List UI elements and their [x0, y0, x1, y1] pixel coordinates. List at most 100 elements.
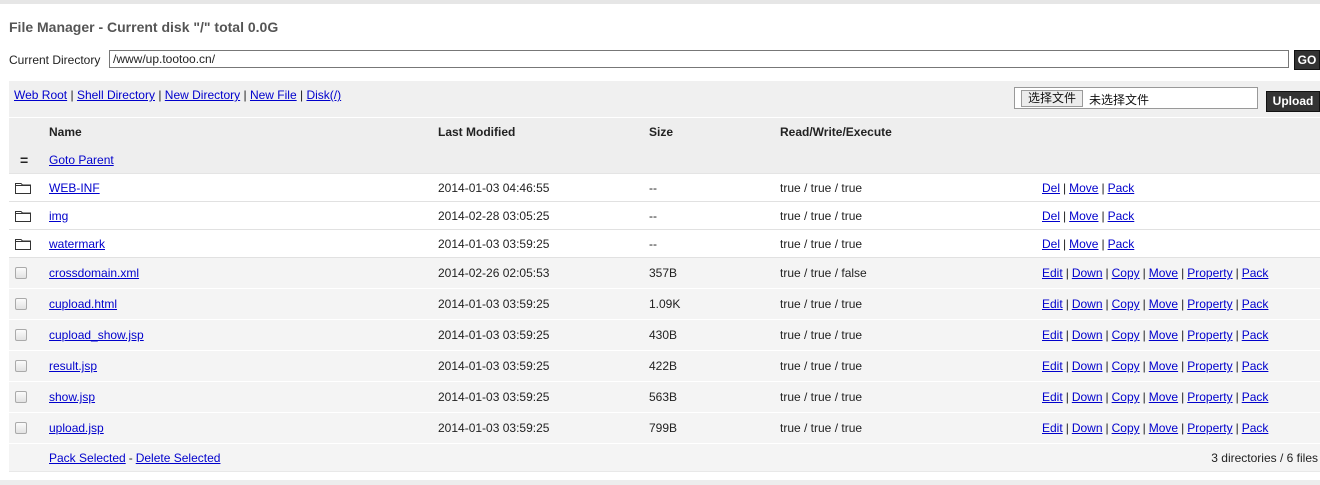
checkbox-icon[interactable]: [15, 391, 27, 403]
disk-link[interactable]: Disk(/): [306, 88, 341, 102]
down-link[interactable]: Down: [1072, 297, 1103, 311]
file-link-show-jsp[interactable]: show.jsp: [49, 390, 95, 404]
folder-icon-svg: [15, 238, 31, 250]
property-link[interactable]: Property: [1187, 359, 1232, 373]
move-link[interactable]: Move: [1149, 297, 1178, 311]
property-link[interactable]: Property: [1187, 297, 1232, 311]
copy-link[interactable]: Copy: [1112, 297, 1140, 311]
move-link[interactable]: Move: [1149, 421, 1178, 435]
column-header-name[interactable]: Name: [49, 118, 82, 146]
file-link-cupload-html[interactable]: cupload.html: [49, 297, 117, 311]
permissions-cell: true / true / true: [780, 359, 863, 373]
choose-file-button[interactable]: 选择文件: [1021, 90, 1083, 107]
file-select-checkbox[interactable]: [15, 413, 35, 443]
name-cell: img: [49, 202, 68, 229]
size-cell: 422B: [649, 359, 678, 373]
goto-parent-link[interactable]: Goto Parent: [49, 153, 114, 167]
move-link[interactable]: Move: [1149, 390, 1178, 404]
file-select-checkbox[interactable]: [15, 320, 35, 350]
directory-link-watermark[interactable]: watermark: [49, 237, 105, 251]
delete-selected-link[interactable]: Delete Selected: [136, 451, 221, 465]
file-select-checkbox[interactable]: [15, 289, 35, 319]
del-link[interactable]: Del: [1042, 181, 1060, 195]
copy-link[interactable]: Copy: [1112, 328, 1140, 342]
checkbox-icon[interactable]: [15, 267, 27, 279]
checkbox-icon[interactable]: [15, 329, 27, 341]
edit-link[interactable]: Edit: [1042, 421, 1063, 435]
down-link[interactable]: Down: [1072, 266, 1103, 280]
checkbox-icon[interactable]: [15, 422, 27, 434]
file-select-checkbox[interactable]: [15, 258, 35, 288]
go-button[interactable]: GO: [1294, 50, 1320, 70]
property-link[interactable]: Property: [1187, 390, 1232, 404]
move-link[interactable]: Move: [1149, 359, 1178, 373]
pack-link[interactable]: Pack: [1242, 297, 1269, 311]
move-link[interactable]: Move: [1069, 209, 1098, 223]
copy-link[interactable]: Copy: [1112, 359, 1140, 373]
edit-link[interactable]: Edit: [1042, 297, 1063, 311]
pack-link[interactable]: Pack: [1108, 209, 1135, 223]
down-link[interactable]: Down: [1072, 390, 1103, 404]
column-header-size[interactable]: Size: [649, 118, 673, 146]
property-link[interactable]: Property: [1187, 266, 1232, 280]
edit-link[interactable]: Edit: [1042, 266, 1063, 280]
move-link[interactable]: Move: [1069, 237, 1098, 251]
directory-row: watermark 2014-01-03 03:59:25 -- true / tru…: [9, 230, 1320, 258]
checkbox-icon[interactable]: [15, 360, 27, 372]
permissions-cell: true / true / true: [780, 328, 863, 342]
edit-link[interactable]: Edit: [1042, 390, 1063, 404]
property-link[interactable]: Property: [1187, 421, 1232, 435]
modified-cell: 2014-02-26 02:05:53: [438, 266, 550, 280]
property-link[interactable]: Property: [1187, 328, 1232, 342]
file-link-result-jsp[interactable]: result.jsp: [49, 359, 97, 373]
file-upload-field[interactable]: 选择文件 未选择文件: [1014, 87, 1258, 109]
pack-link[interactable]: Pack: [1242, 359, 1269, 373]
file-link-upload-jsp[interactable]: upload.jsp: [49, 421, 104, 435]
copy-link[interactable]: Copy: [1112, 266, 1140, 280]
del-link[interactable]: Del: [1042, 209, 1060, 223]
size-cell: --: [649, 236, 657, 251]
down-link[interactable]: Down: [1072, 359, 1103, 373]
column-header-modified[interactable]: Last Modified: [438, 118, 515, 146]
pack-link[interactable]: Pack: [1242, 421, 1269, 435]
pack-link[interactable]: Pack: [1108, 181, 1135, 195]
down-link[interactable]: Down: [1072, 328, 1103, 342]
edit-link[interactable]: Edit: [1042, 328, 1063, 342]
file-select-checkbox[interactable]: [15, 382, 35, 412]
pack-link[interactable]: Pack: [1242, 390, 1269, 404]
new-file-link[interactable]: New File: [250, 88, 297, 102]
row-actions: Edit | Down | Copy | Move | Property | Pack: [1042, 320, 1268, 350]
column-header-rwx[interactable]: Read/Write/Execute: [780, 118, 892, 146]
file-select-checkbox[interactable]: [15, 351, 35, 381]
file-link-cupload-show-jsp[interactable]: cupload_show.jsp: [49, 328, 144, 342]
name-cell: watermark: [49, 230, 105, 257]
file-link-crossdomain-xml[interactable]: crossdomain.xml: [49, 266, 139, 280]
move-link[interactable]: Move: [1149, 328, 1178, 342]
bulk-action-separator: -: [128, 450, 133, 465]
new-directory-link[interactable]: New Directory: [165, 88, 240, 102]
pack-link[interactable]: Pack: [1242, 266, 1269, 280]
edit-link[interactable]: Edit: [1042, 359, 1063, 373]
web-root-link[interactable]: Web Root: [14, 88, 67, 102]
checkbox-icon[interactable]: [15, 298, 27, 310]
pack-link[interactable]: Pack: [1108, 237, 1135, 251]
pack-link[interactable]: Pack: [1242, 328, 1269, 342]
move-link[interactable]: Move: [1069, 181, 1098, 195]
separator: |: [1101, 236, 1105, 251]
size-cell: --: [649, 208, 657, 223]
upload-button[interactable]: Upload: [1266, 91, 1320, 112]
directory-link-img[interactable]: img: [49, 209, 68, 223]
down-link[interactable]: Down: [1072, 421, 1103, 435]
current-directory-input[interactable]: [109, 50, 1289, 68]
separator: |: [1142, 421, 1146, 435]
pack-selected-link[interactable]: Pack Selected: [49, 451, 126, 465]
del-link[interactable]: Del: [1042, 237, 1060, 251]
copy-link[interactable]: Copy: [1112, 421, 1140, 435]
size-cell: 357B: [649, 266, 678, 280]
move-link[interactable]: Move: [1149, 266, 1178, 280]
directory-link-web-inf[interactable]: WEB-INF: [49, 181, 100, 195]
copy-link[interactable]: Copy: [1112, 390, 1140, 404]
row-actions: Edit | Down | Copy | Move | Property | Pack: [1042, 258, 1268, 288]
shell-directory-link[interactable]: Shell Directory: [77, 88, 155, 102]
separator: |: [1105, 328, 1109, 342]
